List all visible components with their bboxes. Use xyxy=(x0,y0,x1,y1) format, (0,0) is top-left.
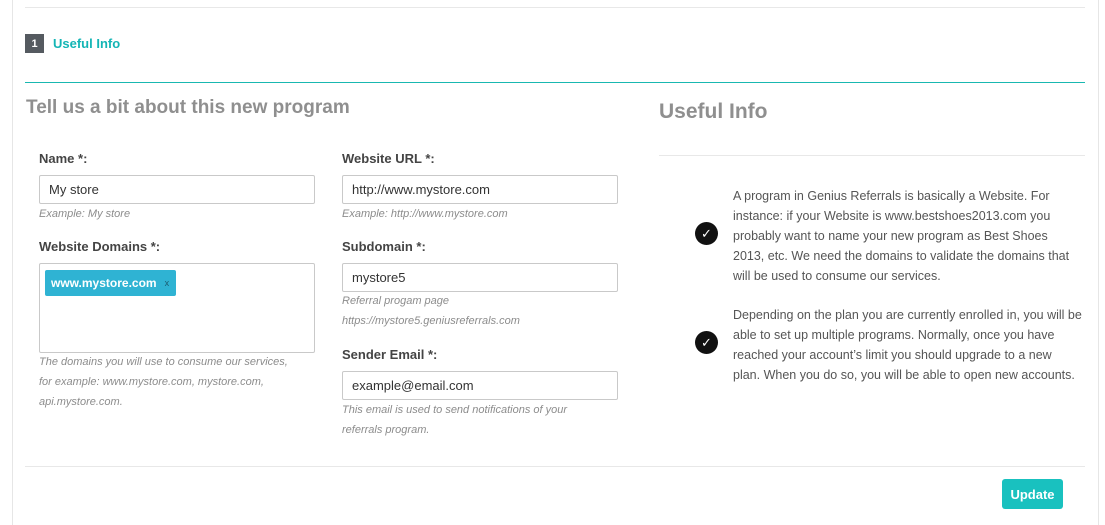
info-line: plan. When you do so, you will be able t… xyxy=(733,368,1075,382)
info-line: 2013, etc. We need the domains to valida… xyxy=(733,249,1070,263)
website-url-input[interactable] xyxy=(342,175,618,204)
help-line: https://mystore5.geniusreferrals.com xyxy=(342,315,520,327)
website-domains-help: The domains you will use to consume our … xyxy=(39,352,288,412)
update-button[interactable]: Update xyxy=(1002,479,1063,509)
step-label[interactable]: Useful Info xyxy=(53,36,120,51)
info-paragraph: Depending on the plan you are currently … xyxy=(733,305,1089,385)
domain-tag-text: www.mystore.com xyxy=(51,276,157,290)
subdomain-label: Subdomain *: xyxy=(342,239,426,254)
help-line: The domains you will use to consume our … xyxy=(39,356,288,368)
info-divider xyxy=(659,155,1085,156)
top-divider xyxy=(25,7,1085,8)
website-domains-input[interactable]: www.mystore.com x xyxy=(39,263,315,353)
step-number-badge: 1 xyxy=(25,34,44,53)
remove-tag-icon[interactable]: x xyxy=(165,278,170,288)
footer-divider xyxy=(25,466,1085,467)
subdomain-help: Referral progam page https://mystore5.ge… xyxy=(342,291,520,331)
help-line: referrals program. xyxy=(342,424,430,436)
help-line: api.mystore.com. xyxy=(39,396,123,408)
sender-email-label: Sender Email *: xyxy=(342,347,438,362)
form-title: Tell us a bit about this new program xyxy=(26,97,350,118)
help-line: This email is used to send notifications… xyxy=(342,404,568,416)
info-line: probably want to name your new program a… xyxy=(733,229,1048,243)
website-domains-label: Website Domains *: xyxy=(39,239,161,254)
info-line: able to set up multiple programs. Normal… xyxy=(733,328,1055,342)
info-title: Useful Info xyxy=(659,100,768,123)
subdomain-input[interactable] xyxy=(342,263,618,292)
info-line: will be used to consume our services. xyxy=(733,269,941,283)
sender-email-input[interactable] xyxy=(342,371,618,400)
name-help: Example: My store xyxy=(39,208,131,220)
info-line: Depending on the plan you are currently … xyxy=(733,308,1082,322)
domain-tag[interactable]: www.mystore.com x xyxy=(45,270,177,296)
info-line: reached your account’s limit you should … xyxy=(733,348,1052,362)
info-line: A program in Genius Referrals is basical… xyxy=(733,189,1050,203)
name-input[interactable] xyxy=(39,175,315,204)
info-line: instance: if your Website is www.bestsho… xyxy=(733,209,1051,223)
sender-email-help: This email is used to send notifications… xyxy=(342,400,567,440)
website-url-help: Example: http://www.mystore.com xyxy=(342,208,508,220)
check-circle-icon: ✓ xyxy=(695,331,718,354)
name-label: Name *: xyxy=(39,151,88,166)
help-line: Referral progam page xyxy=(342,295,450,307)
wizard-step[interactable]: 1 Useful Info xyxy=(25,34,120,53)
help-line: for example: www.mystore.com, mystore.co… xyxy=(39,376,264,388)
info-paragraph: A program in Genius Referrals is basical… xyxy=(733,186,1089,286)
check-circle-icon: ✓ xyxy=(695,222,718,245)
website-url-label: Website URL *: xyxy=(342,151,435,166)
step-divider xyxy=(25,82,1085,83)
